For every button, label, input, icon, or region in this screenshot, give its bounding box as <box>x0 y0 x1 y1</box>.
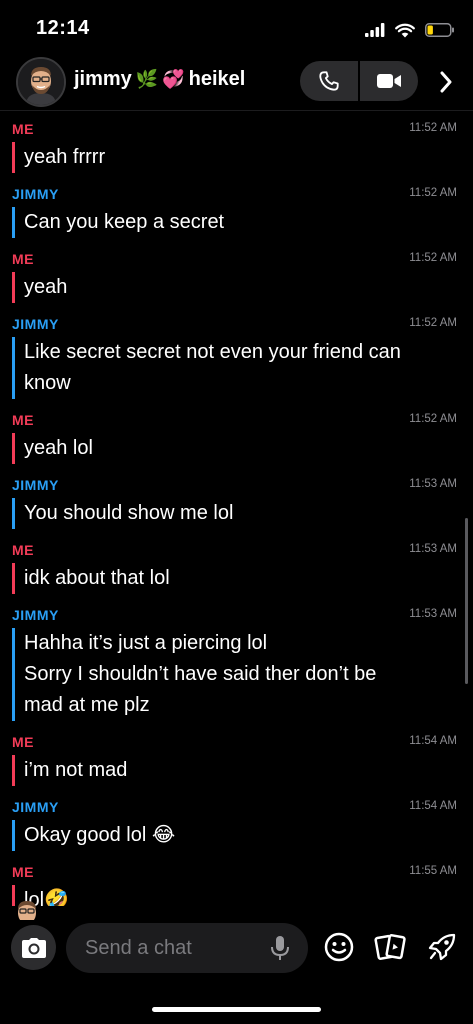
games-button[interactable] <box>425 930 459 964</box>
message-item: ME 11:55 AM lol🤣 <box>0 857 473 906</box>
scrollbar[interactable] <box>465 518 468 684</box>
message-item: ME 11:52 AM yeah <box>0 244 473 309</box>
message-time: 11:53 AM <box>409 543 457 555</box>
message-sender: ME <box>12 734 34 750</box>
cards-icon <box>374 934 406 960</box>
message-sender: ME <box>12 412 34 428</box>
message-item: ME 11:54 AM i’m not mad <box>0 727 473 792</box>
message-item: JIMMY 11:52 AM Like secret secret not ev… <box>0 309 473 405</box>
chat-title[interactable]: jimmy 🌿 💞 heikel <box>74 68 245 91</box>
message-item: JIMMY 11:52 AM Can you keep a secret <box>0 179 473 244</box>
camera-button[interactable] <box>11 925 56 970</box>
status-bar: 12:14 <box>0 0 473 54</box>
message-text[interactable]: yeah <box>12 272 457 303</box>
message-item: JIMMY 11:53 AM Hahha it’s just a piercin… <box>0 600 473 727</box>
battery-icon <box>425 23 454 37</box>
message-text[interactable]: yeah lol <box>12 433 457 464</box>
message-text[interactable]: yeah frrrr <box>12 142 457 173</box>
message-sender: JIMMY <box>12 607 59 623</box>
message-sender: JIMMY <box>12 477 59 493</box>
message-time: 11:54 AM <box>409 800 457 812</box>
message-sender: ME <box>12 121 34 137</box>
voice-call-button[interactable] <box>300 61 358 101</box>
chat-composer <box>0 918 473 988</box>
message-sender: ME <box>12 864 34 880</box>
message-text[interactable]: Like secret secret not even your friend … <box>12 337 457 399</box>
video-camera-icon <box>377 74 401 88</box>
revolving-hearts-emoji: 💞 <box>162 69 185 89</box>
message-time: 11:55 AM <box>409 865 457 877</box>
message-time: 11:52 AM <box>409 252 457 264</box>
message-text[interactable]: lol🤣 <box>12 885 457 906</box>
message-sender: JIMMY <box>12 799 59 815</box>
chat-header: jimmy 🌿 💞 heikel <box>0 54 473 111</box>
message-time: 11:52 AM <box>409 317 457 329</box>
message-item: ME 11:53 AM idk about that lol <box>0 535 473 600</box>
message-time: 11:53 AM <box>409 478 457 490</box>
message-item: JIMMY 11:54 AM Okay good lol 😂 <box>0 792 473 857</box>
message-text[interactable]: Can you keep a secret <box>12 207 457 238</box>
typing-bitmoji-icon <box>10 896 44 920</box>
message-sender: ME <box>12 251 34 267</box>
herb-emoji: 🌿 <box>135 69 159 89</box>
message-text[interactable]: You should show me lol <box>12 498 457 529</box>
message-time: 11:52 AM <box>409 187 457 199</box>
status-time: 12:14 <box>36 17 90 39</box>
microphone-icon[interactable] <box>270 935 290 961</box>
message-sender: JIMMY <box>12 186 59 202</box>
message-item: JIMMY 11:53 AM You should show me lol <box>0 470 473 535</box>
status-indicators <box>365 20 455 40</box>
smiley-icon <box>324 932 354 962</box>
message-text[interactable]: idk about that lol <box>12 563 457 594</box>
rocket-icon <box>428 933 456 961</box>
cards-button[interactable] <box>373 930 407 964</box>
message-item: ME 11:52 AM yeah frrrr <box>0 114 473 179</box>
chevron-right-icon[interactable] <box>432 68 460 96</box>
message-list[interactable]: ME 11:52 AM yeah frrrr JIMMY 11:52 AM Ca… <box>0 114 473 906</box>
message-text[interactable]: Okay good lol 😂 <box>12 820 457 851</box>
chat-title-name: jimmy <box>74 68 132 90</box>
message-item: ME 11:52 AM yeah lol <box>0 405 473 470</box>
message-text[interactable]: i’m not mad <box>12 755 457 786</box>
message-sender: ME <box>12 542 34 558</box>
emoji-button[interactable] <box>322 930 356 964</box>
signal-icon <box>365 23 385 37</box>
chat-title-suffix: heikel <box>188 68 246 90</box>
message-time: 11:54 AM <box>409 735 457 747</box>
camera-icon <box>21 937 46 958</box>
message-text[interactable]: Hahha it’s just a piercing lol Sorry I s… <box>12 628 457 721</box>
bitmoji-avatar-icon[interactable] <box>16 57 66 107</box>
message-time: 11:52 AM <box>409 122 457 134</box>
message-sender: JIMMY <box>12 316 59 332</box>
phone-icon <box>319 71 339 91</box>
call-buttons <box>300 61 418 101</box>
message-time: 11:53 AM <box>409 608 457 620</box>
video-call-button[interactable] <box>358 61 418 101</box>
home-indicator[interactable] <box>152 1007 321 1012</box>
wifi-icon <box>395 23 415 37</box>
message-time: 11:52 AM <box>409 413 457 425</box>
